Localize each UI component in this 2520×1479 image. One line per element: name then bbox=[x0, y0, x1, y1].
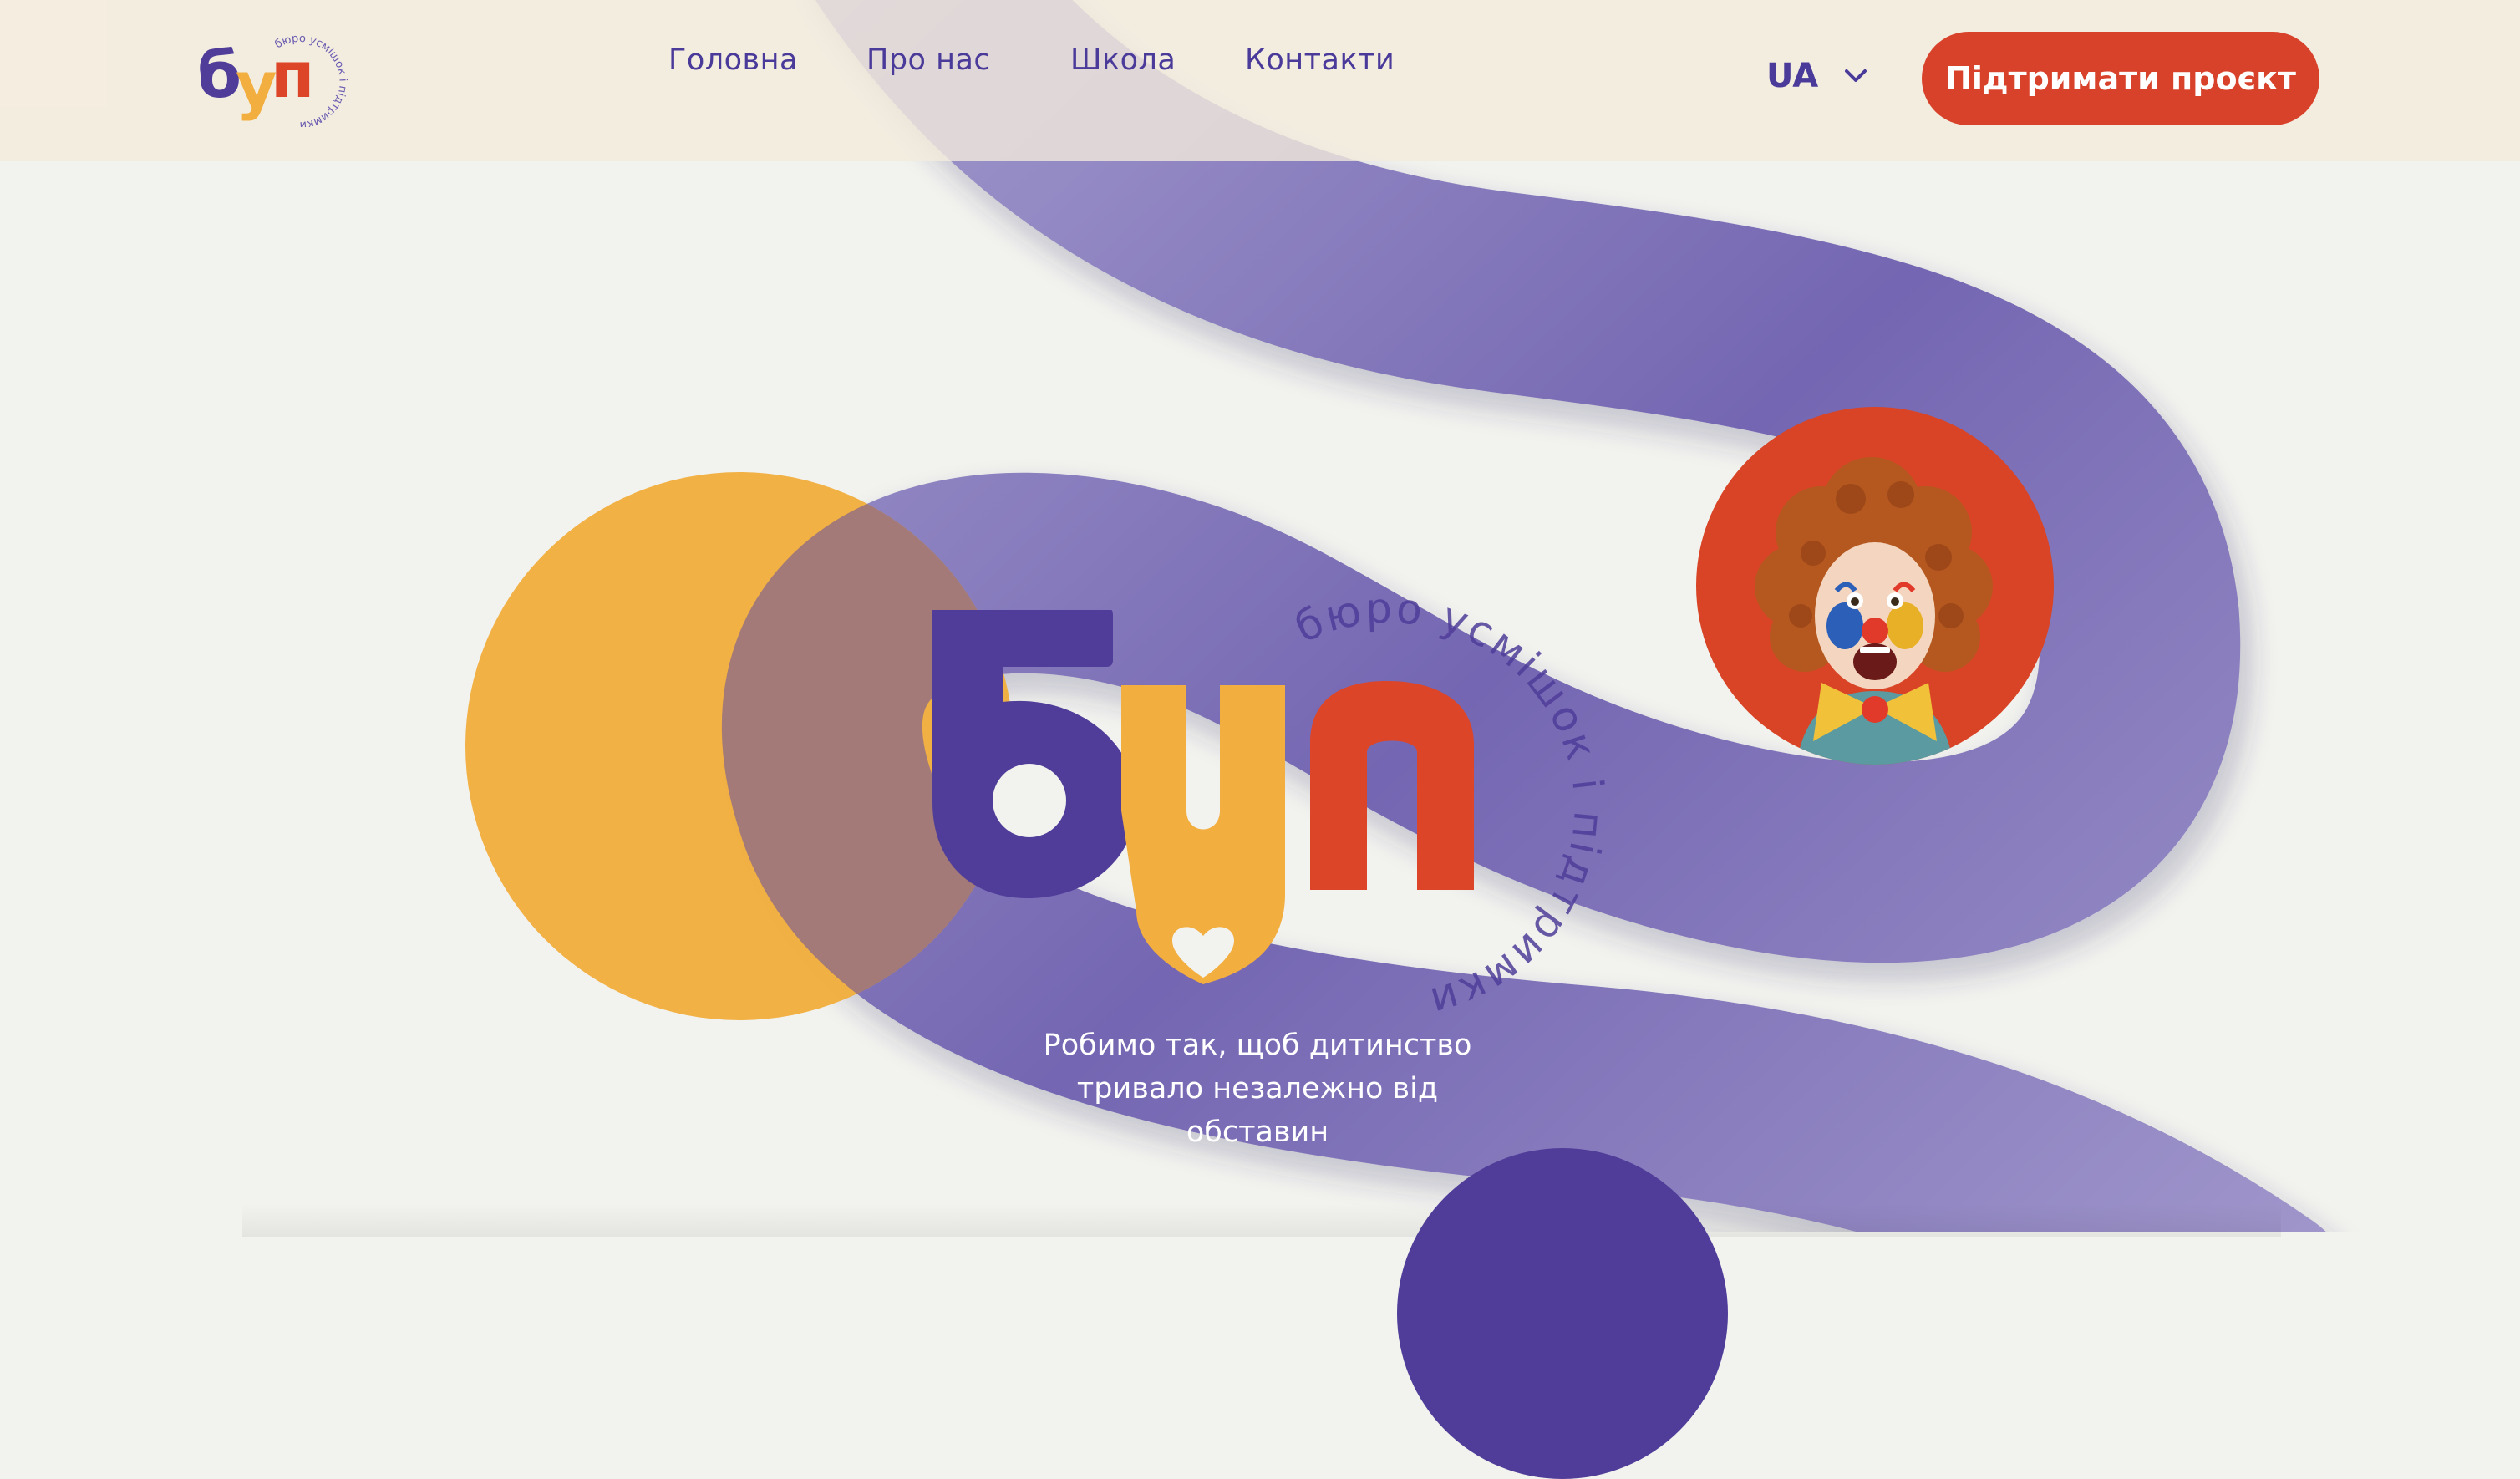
nav-contacts[interactable]: Контакти bbox=[1245, 43, 1395, 77]
language-selector[interactable]: UA bbox=[1766, 57, 1868, 95]
bottom-purple-circle bbox=[1397, 1148, 1728, 1479]
tagline-line: Робимо так, щоб дитинство bbox=[1043, 1029, 1472, 1062]
nav-school[interactable]: Школа bbox=[1070, 43, 1176, 77]
nav-home[interactable]: Головна bbox=[668, 43, 798, 77]
site-header: б у п бюро усмішок і підтримки Головна П… bbox=[0, 0, 2520, 161]
tagline-line: тривало незалежно від bbox=[1076, 1072, 1439, 1105]
header-logo[interactable]: б у п бюро усмішок і підтримки bbox=[194, 30, 348, 127]
nav-about[interactable]: Про нас bbox=[866, 43, 990, 77]
next-section-shadow bbox=[242, 1203, 2281, 1237]
chevron-down-icon bbox=[1845, 69, 1867, 82]
clown-child-photo bbox=[1696, 407, 2054, 765]
tagline-line: обставин bbox=[1186, 1116, 1329, 1149]
svg-text:п: п bbox=[271, 38, 315, 112]
language-label: UA bbox=[1766, 57, 1819, 95]
hero-logo: бюро усмішок і підтримки bbox=[932, 583, 1611, 1011]
support-project-button[interactable]: Підтримати проєкт bbox=[1922, 32, 2319, 125]
hero-tagline: Робимо так, щоб дитинство тривало незале… bbox=[986, 1024, 1529, 1154]
logo-letter-p bbox=[1310, 681, 1474, 890]
logo-letter-b bbox=[932, 610, 1136, 898]
logo-letter-u bbox=[1121, 685, 1285, 984]
